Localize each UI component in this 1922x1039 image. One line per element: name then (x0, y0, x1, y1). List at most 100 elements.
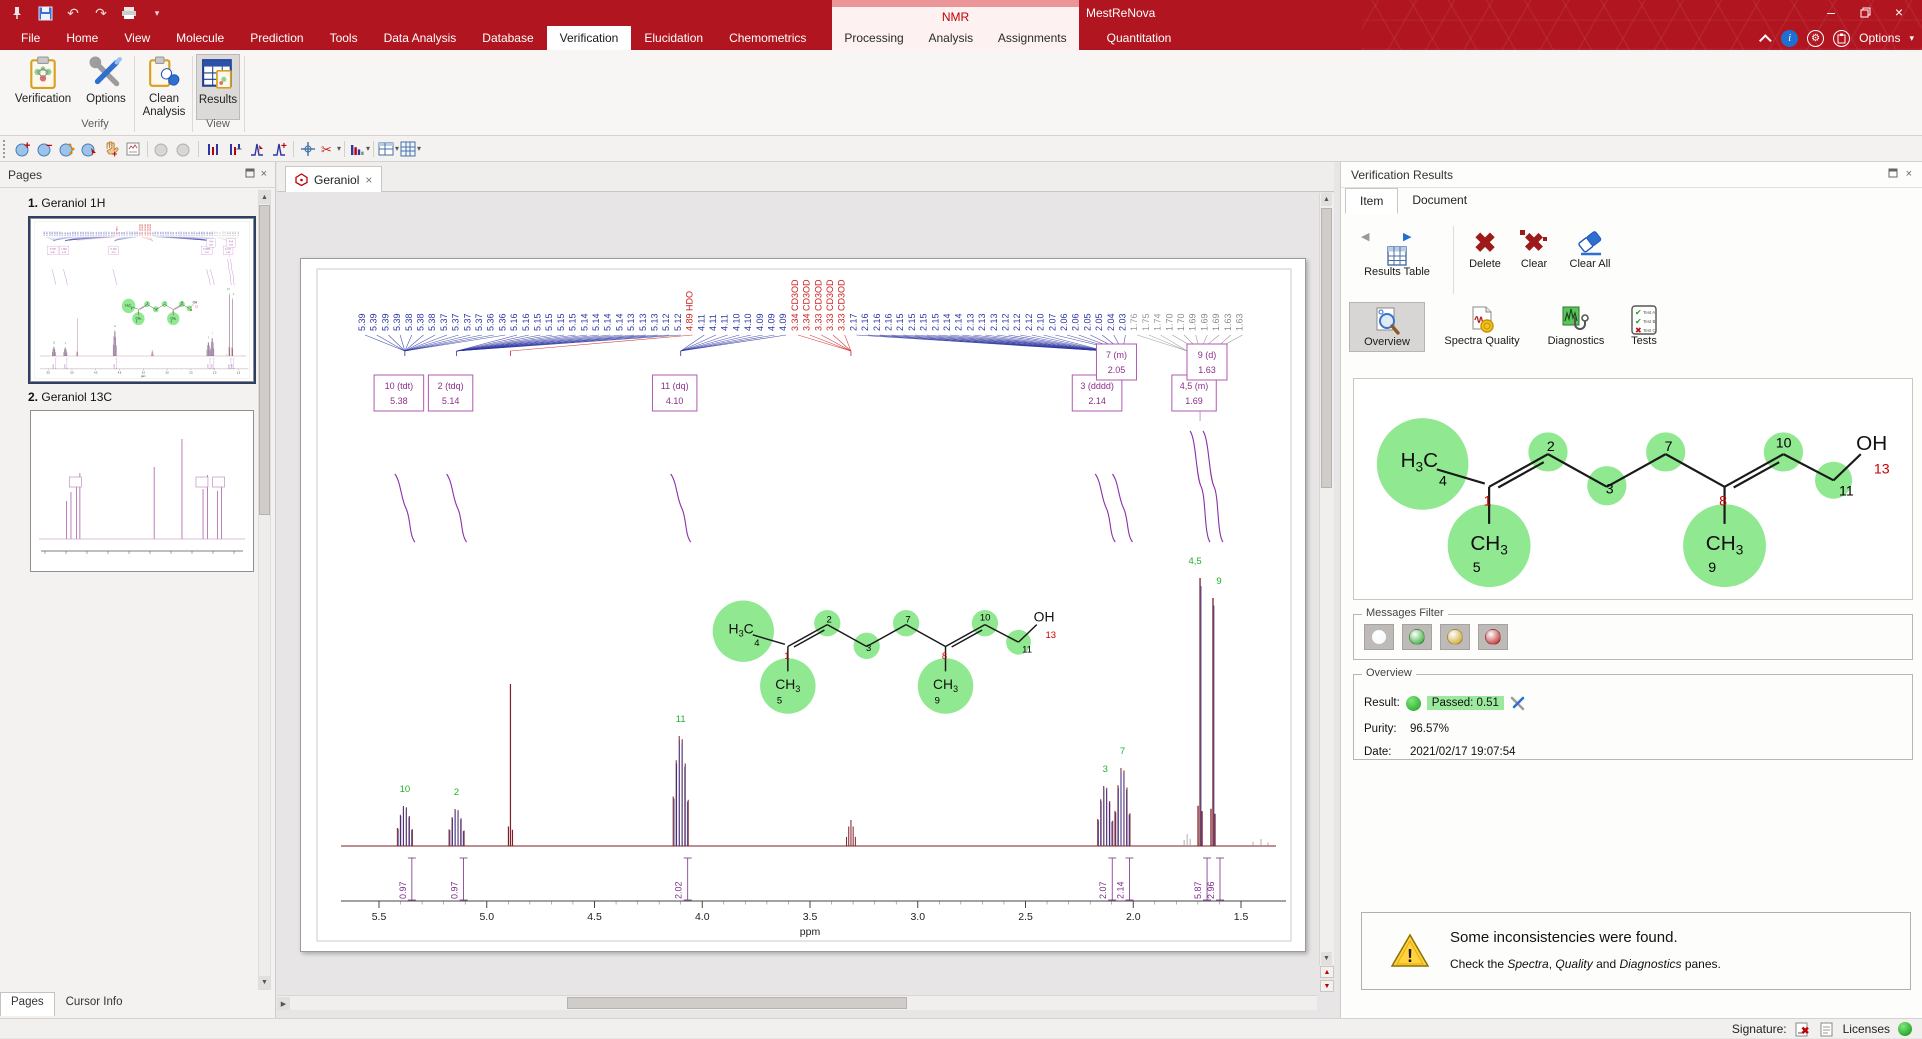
menu-tab-file[interactable]: File (8, 26, 53, 50)
menu-tab-view[interactable]: View (111, 26, 163, 50)
tab-document[interactable]: Document (1398, 188, 1481, 214)
float-panel-icon[interactable] (245, 168, 255, 181)
scroll-up-icon[interactable]: ▲ (259, 191, 270, 204)
scroll-right-icon[interactable]: ▶ (277, 997, 290, 1010)
result-tools-icon[interactable] (1510, 696, 1527, 711)
cut-region-icon[interactable]: ✂▾ (319, 139, 341, 159)
menu-tab-molecule[interactable]: Molecule (163, 26, 237, 50)
menu-tab-verification[interactable]: Verification (547, 26, 632, 50)
options-button[interactable]: Options (82, 54, 130, 120)
nav-forward-icon[interactable]: ▶ (1403, 230, 1411, 243)
scroll-down-icon[interactable]: ▼ (259, 976, 270, 989)
restore-button[interactable] (1848, 0, 1882, 24)
peak-select-icon[interactable] (78, 139, 100, 159)
delete-button[interactable]: ✖ Delete (1461, 228, 1509, 270)
results-button[interactable]: Results (196, 54, 240, 120)
float-panel-icon[interactable] (1888, 168, 1898, 181)
clean-analysis-button[interactable]: Clean Analysis (138, 54, 190, 120)
ghost-peak-2-icon[interactable] (173, 139, 195, 159)
filter-all-button[interactable] (1364, 624, 1394, 650)
crosshair-icon[interactable] (297, 139, 319, 159)
menu-tab-elucidation[interactable]: Elucidation (631, 26, 716, 50)
tab-item[interactable]: Item (1345, 188, 1398, 214)
filter-fail-button[interactable] (1478, 624, 1508, 650)
previous-page-button[interactable]: ▲ (1320, 966, 1334, 978)
tests-view-button[interactable]: ✔Test A ✔Test B ✖Test C Tests (1619, 302, 1669, 350)
close-button[interactable]: × (1882, 0, 1916, 24)
print-icon[interactable] (120, 4, 138, 22)
dropdown-icon[interactable]: ▾ (337, 144, 341, 153)
ghost-peak-icon[interactable] (151, 139, 173, 159)
page-1-thumbnail[interactable]: 5.395.395.395.395.385.385.385.375.375.37… (30, 218, 254, 382)
peak-zoom-in-icon[interactable]: + (12, 139, 34, 159)
undo-icon[interactable]: ↶ (64, 4, 82, 22)
fit-peak-icon[interactable] (246, 139, 268, 159)
results-table-button[interactable]: Results Table (1349, 246, 1445, 278)
scrollbar-thumb[interactable] (567, 997, 907, 1009)
redo-icon[interactable]: ↷ (92, 4, 110, 22)
peak-picking-icon[interactable] (202, 139, 224, 159)
spectrum-page[interactable]: 5.395.395.395.395.385.385.385.375.375.37… (300, 258, 1306, 952)
signature-invalid-icon[interactable]: ✖ (1795, 1022, 1811, 1037)
next-page-button[interactable]: ▼ (1320, 980, 1334, 992)
menu-tab-prediction[interactable]: Prediction (237, 26, 316, 50)
toolbar-drag-handle[interactable] (3, 140, 7, 158)
filter-warning-button[interactable] (1440, 624, 1470, 650)
molecule-view[interactable]: H3C4123781011OH13CH35CH39 (1353, 378, 1913, 600)
manual-peak-icon[interactable]: + (100, 139, 122, 159)
peak-zoom-out-icon[interactable]: − (34, 139, 56, 159)
scroll-down-icon[interactable]: ▼ (1321, 952, 1332, 965)
menu-tab-assignments[interactable]: Assignments (994, 26, 1071, 50)
diagnostics-view-button[interactable]: Diagnostics (1537, 302, 1615, 350)
peak-edit-icon[interactable] (56, 139, 78, 159)
report-grid-icon[interactable]: ▾ (399, 139, 421, 159)
tab-pages[interactable]: Pages (0, 992, 55, 1016)
scroll-up-icon[interactable]: ▲ (1321, 193, 1332, 206)
spectra-quality-view-button[interactable]: Spectra Quality (1431, 302, 1533, 350)
tab-cursor-info[interactable]: Cursor Info (55, 992, 134, 1016)
document-tab-geraniol[interactable]: Geraniol × (285, 166, 382, 192)
canvas-horizontal-scrollbar[interactable]: ◀ ▶ (277, 995, 1317, 1010)
close-panel-icon[interactable]: × (261, 168, 267, 181)
dropdown-icon[interactable]: ▾ (417, 144, 421, 153)
pages-panel-scrollbar[interactable]: ▲ ▼ (258, 190, 271, 990)
verification-button[interactable]: Verification (10, 54, 76, 120)
menu-tab-processing[interactable]: Processing (840, 26, 907, 50)
close-document-icon[interactable]: × (365, 173, 372, 187)
options-menu[interactable]: Options (1859, 31, 1900, 45)
gear-icon[interactable]: ⚙ (1807, 30, 1824, 47)
menu-tab-database[interactable]: Database (469, 26, 546, 50)
scrollbar-thumb[interactable] (1321, 208, 1332, 488)
info-icon[interactable]: i (1781, 30, 1798, 47)
table-view-icon[interactable]: ▾ (377, 139, 399, 159)
menu-tab-quantitation[interactable]: Quantitation (1103, 26, 1176, 50)
menu-tab-analysis[interactable]: Analysis (924, 26, 977, 50)
menu-tab-home[interactable]: Home (53, 26, 111, 50)
dropdown-icon[interactable]: ▾ (366, 144, 370, 153)
canvas-vertical-scrollbar[interactable]: ▲ ▼ (1319, 193, 1334, 965)
clear-all-button[interactable]: Clear All (1559, 228, 1621, 270)
overview-view-button[interactable]: Overview (1349, 302, 1425, 352)
minimize-button[interactable]: – (1814, 0, 1848, 24)
peak-threshold-icon[interactable] (224, 139, 246, 159)
licenses-label[interactable]: Licenses (1843, 1022, 1890, 1036)
save-icon[interactable] (36, 4, 54, 22)
pin-icon[interactable] (8, 4, 26, 22)
quick-access-dropdown-icon[interactable]: ▾ (148, 4, 166, 22)
nav-back-icon[interactable]: ◀ (1361, 230, 1369, 243)
menu-tab-tools[interactable]: Tools (317, 26, 371, 50)
binning-icon[interactable]: ▾ (348, 139, 370, 159)
signature-page-icon[interactable] (1819, 1022, 1835, 1037)
clear-button[interactable]: ✖ Clear (1513, 228, 1555, 270)
close-panel-icon[interactable]: × (1906, 168, 1912, 181)
menu-tab-data-analysis[interactable]: Data Analysis (371, 26, 470, 50)
clipboard-icon[interactable] (1833, 30, 1850, 47)
filter-pass-button[interactable] (1402, 624, 1432, 650)
page-2-thumbnail[interactable] (30, 410, 254, 572)
page-1-label[interactable]: 1. Geraniol 1H (28, 196, 105, 210)
peak-report-icon[interactable] (122, 139, 144, 159)
page-2-label[interactable]: 2. Geraniol 13C (28, 390, 112, 404)
add-peak-icon[interactable]: + (268, 139, 290, 159)
menu-tab-chemometrics[interactable]: Chemometrics (716, 26, 819, 50)
options-dropdown-icon[interactable]: ▾ (1909, 33, 1914, 44)
